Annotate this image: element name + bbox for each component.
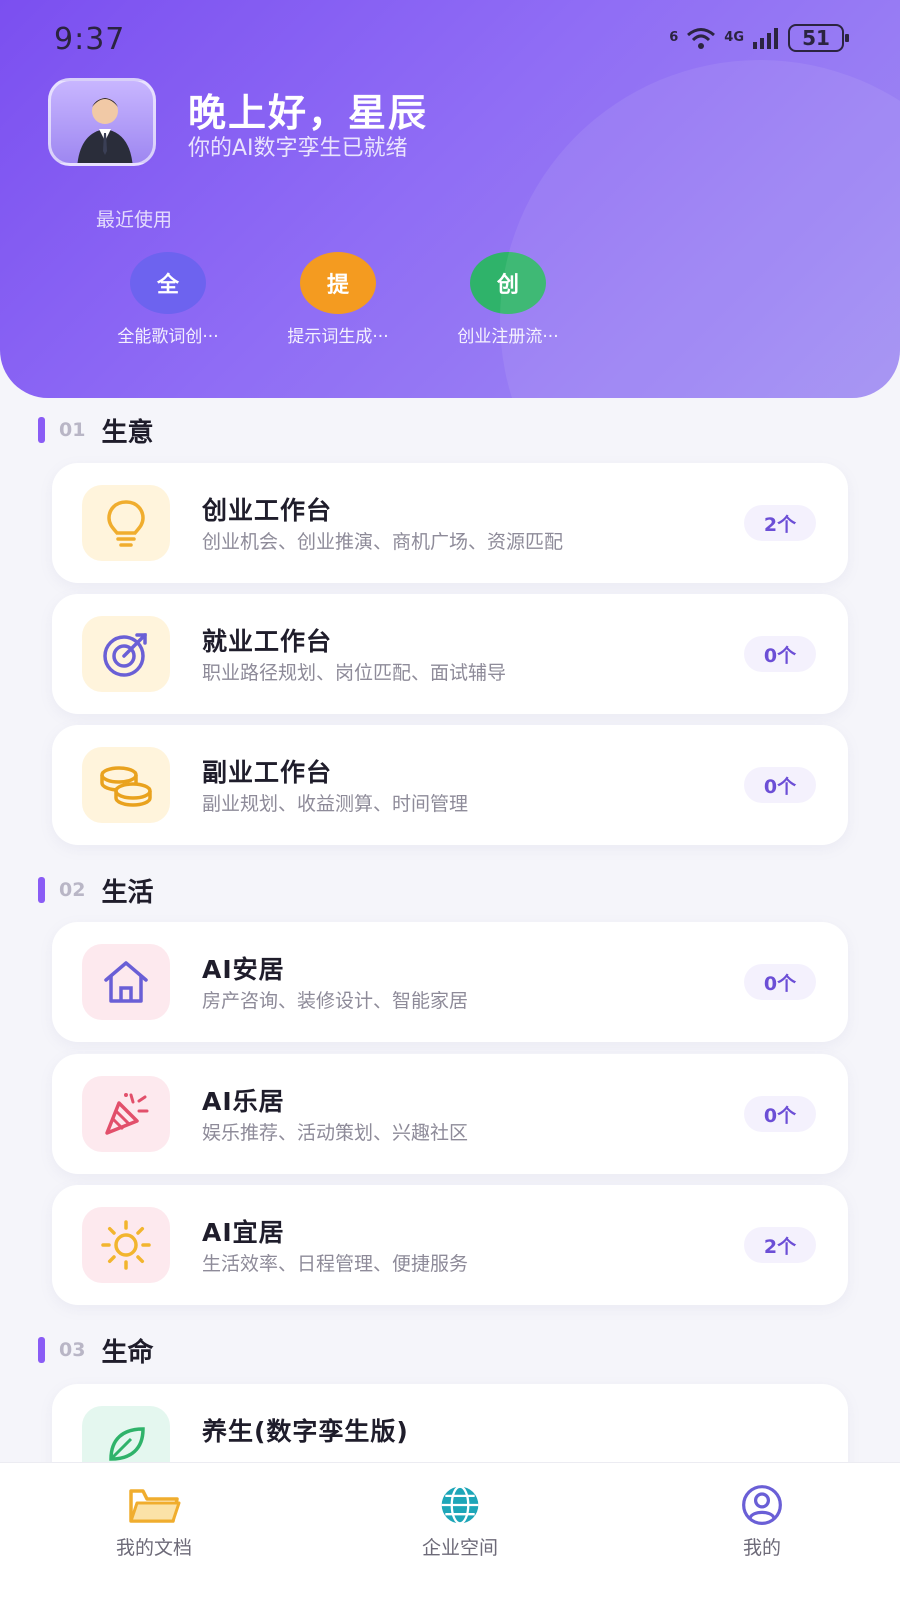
nav-label: 企业空间 — [421, 1537, 498, 1559]
section-title: 生命 — [101, 1337, 154, 1368]
workspace-card[interactable]: 创业工作台 创业机会、创业推演、商机广场、资源匹配 2个 — [52, 463, 848, 583]
recent-item[interactable]: 提 提示词生成··· — [268, 252, 408, 347]
avatar[interactable] — [48, 78, 156, 166]
workspace-card[interactable]: AI宜居 生活效率、日程管理、便捷服务 2个 — [52, 1185, 848, 1305]
status-bar: 9:37 6 4G 51 — [0, 0, 900, 80]
card-title: AI乐居 — [202, 1087, 285, 1116]
recent-item[interactable]: 创 创业注册流··· — [438, 252, 578, 347]
count-badge: 0个 — [744, 1096, 816, 1132]
wifi-icon — [686, 26, 716, 50]
count-badge: 2个 — [744, 505, 816, 541]
network-type: 4G — [724, 30, 744, 45]
sun-icon — [82, 1207, 170, 1283]
signal-icon — [752, 26, 780, 50]
card-title: AI宜居 — [202, 1218, 285, 1247]
section-title: 生活 — [101, 877, 154, 908]
section-accent-bar — [38, 1337, 45, 1363]
recent-item-glyph: 提 — [300, 252, 376, 314]
party-popper-icon — [82, 1076, 170, 1152]
section-accent-bar — [38, 877, 45, 903]
section-header: 01 生意 — [38, 416, 153, 448]
recent-item-glyph: 全 — [130, 252, 206, 314]
nav-label: 我的 — [742, 1537, 781, 1559]
card-description: 生活效率、日程管理、便捷服务 — [202, 1253, 469, 1275]
workspace-card[interactable]: AI乐居 娱乐推荐、活动策划、兴趣社区 0个 — [52, 1054, 848, 1174]
nav-label: 我的文档 — [115, 1537, 192, 1559]
card-title: AI安居 — [202, 955, 285, 984]
count-badge: 0个 — [744, 767, 816, 803]
home-icon — [82, 944, 170, 1020]
section-accent-bar — [38, 417, 45, 443]
card-title: 创业工作台 — [202, 496, 333, 525]
card-title: 养生(数字孪生版) — [202, 1417, 409, 1446]
card-title: 副业工作台 — [202, 758, 333, 787]
greeting-subtitle: 你的AI数字孪生已就绪 — [188, 136, 408, 161]
bottom-nav: 我的文档 企业空间 我的 — [0, 1462, 900, 1600]
coins-icon — [82, 747, 170, 823]
recent-item[interactable]: 全 全能歌词创··· — [98, 252, 238, 347]
workspace-card[interactable]: 就业工作台 职业路径规划、岗位匹配、面试辅导 0个 — [52, 594, 848, 714]
card-description: 娱乐推荐、活动策划、兴趣社区 — [202, 1122, 469, 1144]
recent-item-label: 提示词生成··· — [287, 327, 389, 347]
lightbulb-icon — [82, 485, 170, 561]
folder-icon — [74, 1483, 234, 1527]
section-header: 02 生活 — [38, 876, 153, 908]
count-badge: 0个 — [744, 636, 816, 672]
battery-indicator: 51 — [788, 24, 849, 52]
section-number: 02 — [59, 879, 86, 901]
section-header: 03 生命 — [38, 1336, 153, 1368]
workspace-card[interactable]: 副业工作台 副业规划、收益测算、时间管理 0个 — [52, 725, 848, 845]
recent-item-label: 创业注册流··· — [457, 327, 559, 347]
target-icon — [82, 616, 170, 692]
header: 9:37 6 4G 51 晚上好，星辰 你的AI数字孪生已就绪 最近使用 全 全… — [0, 0, 900, 398]
workspace-card[interactable]: AI安居 房产咨询、装修设计、智能家居 0个 — [52, 922, 848, 1042]
user-circle-icon — [682, 1483, 842, 1527]
count-badge: 2个 — [744, 1227, 816, 1263]
section-number: 03 — [59, 1339, 86, 1361]
status-time: 9:37 — [54, 22, 126, 57]
globe-icon — [380, 1483, 540, 1527]
recent-title: 最近使用 — [96, 209, 173, 231]
greeting-title: 晚上好，星辰 — [188, 91, 429, 135]
card-description: 职业路径规划、岗位匹配、面试辅导 — [202, 662, 507, 684]
nav-item-me[interactable]: 我的 — [682, 1483, 842, 1560]
recent-item-label: 全能歌词创··· — [117, 327, 219, 347]
nav-item-enterprise[interactable]: 企业空间 — [380, 1483, 540, 1560]
section-number: 01 — [59, 419, 86, 441]
card-title: 就业工作台 — [202, 627, 333, 656]
nav-item-documents[interactable]: 我的文档 — [74, 1483, 234, 1560]
signal-label: 6 — [669, 30, 679, 45]
status-icons: 6 4G 51 — [669, 24, 849, 52]
card-description: 副业规划、收益测算、时间管理 — [202, 793, 469, 815]
card-description: 房产咨询、装修设计、智能家居 — [202, 990, 469, 1012]
section-title: 生意 — [101, 417, 154, 448]
recent-item-glyph: 创 — [470, 252, 546, 314]
count-badge: 0个 — [744, 964, 816, 1000]
card-description: 创业机会、创业推演、商机广场、资源匹配 — [202, 531, 564, 553]
